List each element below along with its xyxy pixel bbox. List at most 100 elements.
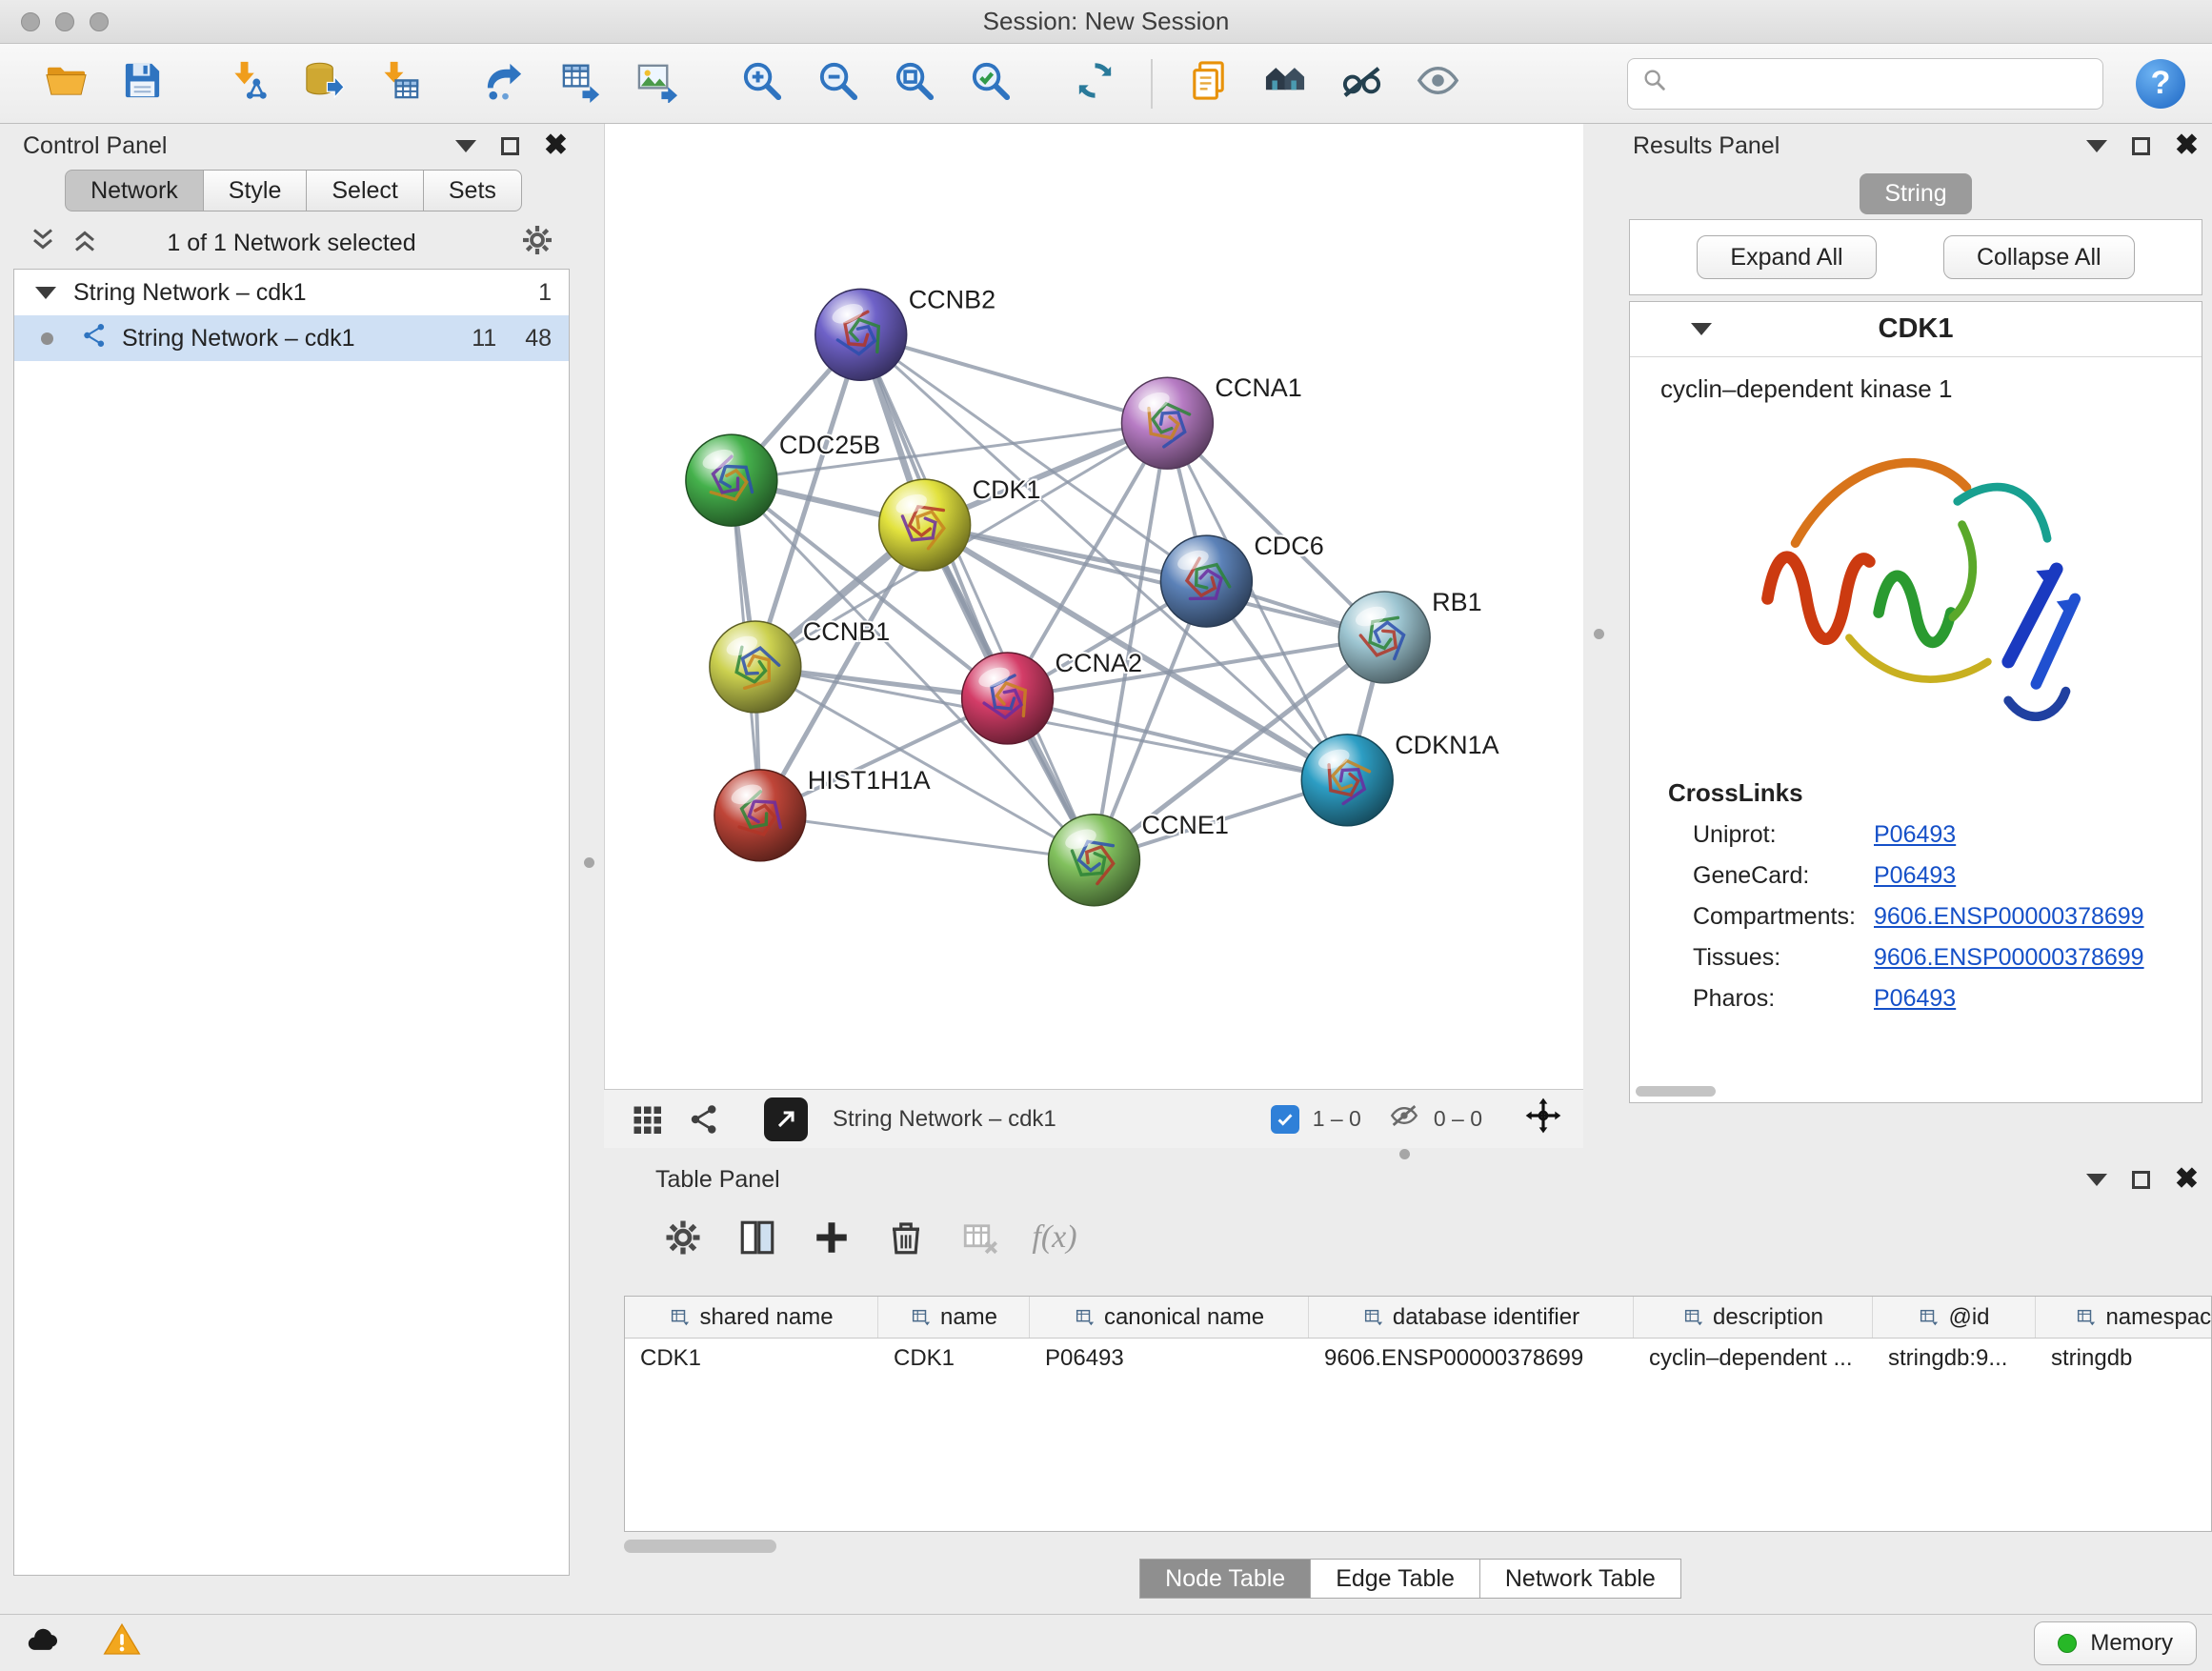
- show-columns-icon[interactable]: [730, 1210, 785, 1265]
- network-canvas[interactable]: CCNB2CCNA1CDC25BCDK1CDC6RB1CCNB1CCNA2CDK…: [604, 124, 1583, 1089]
- tab-edge-table[interactable]: Edge Table: [1310, 1559, 1480, 1599]
- current-network-name: String Network – cdk1: [833, 1106, 1056, 1133]
- save-session-button[interactable]: [114, 56, 170, 111]
- search-input[interactable]: [1678, 70, 2089, 97]
- column-header[interactable]: database identifier: [1309, 1297, 1634, 1338]
- network-row-selected[interactable]: String Network – cdk1 11 48: [14, 315, 569, 361]
- network-from-selection-button[interactable]: [476, 56, 532, 111]
- table-arrow-icon: [558, 58, 603, 110]
- table-menu-icon[interactable]: [2086, 1174, 2107, 1186]
- grid-view-icon[interactable]: [625, 1097, 669, 1141]
- first-neighbors-button[interactable]: [1257, 56, 1313, 111]
- network-node-CCNA1[interactable]: CCNA1: [1121, 373, 1301, 469]
- crosslink-link[interactable]: 9606.ENSP00000378699: [1874, 944, 2144, 972]
- export-image-button[interactable]: [629, 56, 684, 111]
- results-float-icon[interactable]: [2132, 137, 2150, 155]
- crosslink-link[interactable]: P06493: [1874, 821, 1956, 849]
- network-options-gear-icon[interactable]: [520, 223, 554, 264]
- toolbar-separator: [1151, 59, 1153, 109]
- table-row[interactable]: CDK1 CDK1 P06493 9606.ENSP00000378699 cy…: [625, 1339, 2211, 1379]
- expand-all-tree-icon[interactable]: [70, 226, 99, 261]
- network-node-RB1[interactable]: RB1: [1338, 588, 1481, 683]
- results-panel-title: Results Panel: [1633, 132, 1780, 160]
- panel-menu-icon[interactable]: [455, 140, 476, 152]
- network-edge-HIST1H1A-CCNE1[interactable]: [760, 815, 1095, 860]
- column-header[interactable]: namespace: [2036, 1297, 2212, 1338]
- table-panel-title: Table Panel: [655, 1166, 780, 1194]
- results-splitter-handle[interactable]: [1594, 629, 1604, 639]
- status-bar: Memory: [0, 1614, 2212, 1671]
- zoom-fit-button[interactable]: [886, 56, 941, 111]
- add-column-icon[interactable]: [804, 1210, 859, 1265]
- node-label-CCNE1: CCNE1: [1141, 811, 1228, 839]
- tab-select[interactable]: Select: [306, 170, 423, 211]
- collapse-all-button[interactable]: Collapse All: [1943, 235, 2135, 279]
- open-session-button[interactable]: [38, 56, 93, 111]
- tab-network-table[interactable]: Network Table: [1479, 1559, 1681, 1599]
- network-node-HIST1H1A[interactable]: HIST1H1A: [714, 766, 931, 861]
- network-graph[interactable]: CCNB2CCNA1CDC25BCDK1CDC6RB1CCNB1CCNA2CDK…: [605, 124, 1583, 1089]
- delete-column-icon[interactable]: [878, 1210, 934, 1265]
- table-horizontal-scrollbar[interactable]: [624, 1540, 776, 1553]
- tab-network[interactable]: Network: [65, 170, 204, 211]
- memory-button[interactable]: Memory: [2034, 1621, 2197, 1665]
- tab-sets[interactable]: Sets: [423, 170, 522, 211]
- open-in-new-window-button[interactable]: [764, 1097, 808, 1141]
- network-node-CDC25B[interactable]: CDC25B: [686, 431, 880, 526]
- float-panel-icon[interactable]: [501, 137, 519, 155]
- show-all-button[interactable]: [1410, 56, 1465, 111]
- table-settings-gear-icon[interactable]: [655, 1210, 711, 1265]
- new-table-view-button[interactable]: [553, 56, 608, 111]
- gene-entry-header[interactable]: CDK1: [1630, 302, 2202, 357]
- hide-selected-button[interactable]: [1334, 56, 1389, 111]
- gene-entry-card: CDK1 cyclin–dependent kinase 1: [1629, 301, 2202, 1103]
- zoom-out-button[interactable]: [810, 56, 865, 111]
- zoom-in-button[interactable]: [734, 56, 789, 111]
- collection-caret-icon[interactable]: [35, 287, 56, 299]
- import-network-file-button[interactable]: [219, 56, 274, 111]
- network-view-toolbar: String Network – cdk1 1 – 0 0 – 0: [604, 1089, 1583, 1148]
- cloud-status-button[interactable]: [15, 1621, 72, 1665]
- network-collection-row[interactable]: String Network – cdk1 1: [14, 270, 569, 315]
- table-float-icon[interactable]: [2132, 1171, 2150, 1189]
- zoom-selected-button[interactable]: [962, 56, 1017, 111]
- import-network-database-button[interactable]: [295, 56, 351, 111]
- help-button[interactable]: ?: [2136, 59, 2185, 109]
- duplicate-network-button[interactable]: [1181, 56, 1237, 111]
- new-network-icon: [482, 58, 527, 110]
- vertical-splitter-handle[interactable]: [584, 857, 594, 868]
- crosslink-link[interactable]: P06493: [1874, 985, 1956, 1013]
- results-scrollbar[interactable]: [1636, 1086, 1716, 1097]
- network-edge-CCNB2-CCNA1[interactable]: [861, 334, 1168, 423]
- node-label-HIST1H1A: HIST1H1A: [808, 766, 931, 795]
- column-header[interactable]: @id: [1873, 1297, 2036, 1338]
- crosslink-link[interactable]: 9606.ENSP00000378699: [1874, 903, 2144, 931]
- column-header[interactable]: name: [878, 1297, 1030, 1338]
- crosslink-label: GeneCard:: [1693, 862, 1874, 890]
- network-node-CDC6[interactable]: CDC6: [1160, 532, 1323, 627]
- warnings-button[interactable]: [93, 1621, 151, 1665]
- refresh-view-button[interactable]: [1067, 56, 1122, 111]
- expand-all-button[interactable]: Expand All: [1697, 235, 1876, 279]
- results-close-icon[interactable]: ✖: [2175, 131, 2199, 160]
- column-header[interactable]: canonical name: [1030, 1297, 1309, 1338]
- column-header[interactable]: description: [1634, 1297, 1873, 1338]
- collapse-all-tree-icon[interactable]: [29, 226, 57, 261]
- crosslink-link[interactable]: P06493: [1874, 862, 1956, 890]
- close-panel-icon[interactable]: ✖: [544, 131, 568, 160]
- node-label-CCNB2: CCNB2: [909, 285, 995, 313]
- fit-content-crosshair-icon[interactable]: [1524, 1097, 1562, 1141]
- import-table-file-button[interactable]: [372, 56, 427, 111]
- tab-style[interactable]: Style: [203, 170, 308, 211]
- function-builder-icon[interactable]: f(x): [1027, 1210, 1082, 1265]
- table-cell: CDK1: [625, 1345, 878, 1372]
- toolbar-search[interactable]: [1627, 58, 2103, 110]
- column-header[interactable]: shared name: [625, 1297, 878, 1338]
- results-menu-icon[interactable]: [2086, 140, 2107, 152]
- selected-nodes-checkbox[interactable]: [1271, 1105, 1299, 1134]
- node-count: 11: [472, 325, 496, 352]
- network-node-CDKN1A[interactable]: CDKN1A: [1301, 731, 1498, 826]
- network-overview-icon[interactable]: [682, 1097, 726, 1141]
- tab-node-table[interactable]: Node Table: [1139, 1559, 1311, 1599]
- table-close-icon[interactable]: ✖: [2175, 1165, 2199, 1194]
